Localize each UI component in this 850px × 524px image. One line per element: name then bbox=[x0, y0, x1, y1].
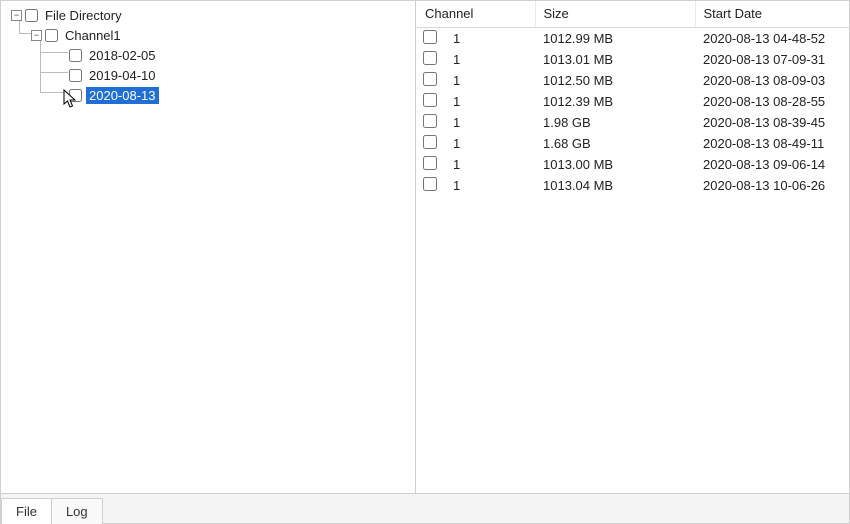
cell-size: 1013.01 MB bbox=[535, 49, 695, 70]
tree-root-checkbox[interactable] bbox=[25, 9, 38, 22]
row-checkbox-cell bbox=[417, 112, 445, 133]
tree-date-label[interactable]: 2019-04-10 bbox=[86, 67, 159, 84]
tree-channel-label[interactable]: Channel1 bbox=[62, 27, 124, 44]
row-checkbox[interactable] bbox=[423, 177, 437, 191]
cell-start-date: 2020-08-13 08-49-11 bbox=[695, 133, 849, 154]
col-header-size[interactable]: Size bbox=[535, 1, 695, 28]
row-checkbox-cell bbox=[417, 175, 445, 196]
row-checkbox[interactable] bbox=[423, 156, 437, 170]
tree-date-row[interactable]: 2019-04-10 bbox=[1, 65, 415, 85]
cell-start-date: 2020-08-13 08-09-03 bbox=[695, 70, 849, 91]
cell-start-date: 2020-08-13 07-09-31 bbox=[695, 49, 849, 70]
tree-date-row[interactable]: 2020-08-13 bbox=[1, 85, 415, 105]
cell-start-date: 2020-08-13 04-48-52 bbox=[695, 28, 849, 50]
bottom-tabs: File Log bbox=[1, 493, 849, 523]
main-panes: − File Directory − Channel1 2018-02-05 bbox=[1, 1, 849, 493]
row-checkbox[interactable] bbox=[423, 135, 437, 149]
cell-size: 1013.00 MB bbox=[535, 154, 695, 175]
tree-date-label[interactable]: 2018-02-05 bbox=[86, 47, 159, 64]
app-window: − File Directory − Channel1 2018-02-05 bbox=[0, 0, 850, 524]
cell-size: 1012.99 MB bbox=[535, 28, 695, 50]
tree-date-checkbox[interactable] bbox=[69, 49, 82, 62]
tab-file[interactable]: File bbox=[1, 498, 52, 524]
table-body: 11012.99 MB2020-08-13 04-48-5211013.01 M… bbox=[417, 28, 849, 197]
tree-root-row[interactable]: − File Directory bbox=[1, 5, 415, 25]
row-checkbox[interactable] bbox=[423, 114, 437, 128]
tree-date-checkbox[interactable] bbox=[69, 89, 82, 102]
table-pane: Channel Size Start Date 11012.99 MB2020-… bbox=[416, 1, 849, 493]
table-row[interactable]: 11012.99 MB2020-08-13 04-48-52 bbox=[417, 28, 849, 50]
tree-root-label[interactable]: File Directory bbox=[42, 7, 125, 24]
table-row[interactable]: 11012.50 MB2020-08-13 08-09-03 bbox=[417, 70, 849, 91]
row-checkbox-cell bbox=[417, 70, 445, 91]
table-row[interactable]: 11013.00 MB2020-08-13 09-06-14 bbox=[417, 154, 849, 175]
cell-size: 1012.50 MB bbox=[535, 70, 695, 91]
row-checkbox[interactable] bbox=[423, 72, 437, 86]
tree-date-checkbox[interactable] bbox=[69, 69, 82, 82]
tree-date-row[interactable]: 2018-02-05 bbox=[1, 45, 415, 65]
row-checkbox[interactable] bbox=[423, 93, 437, 107]
row-checkbox-cell bbox=[417, 49, 445, 70]
row-checkbox[interactable] bbox=[423, 51, 437, 65]
row-checkbox[interactable] bbox=[423, 30, 437, 44]
cell-channel: 1 bbox=[445, 112, 535, 133]
cell-channel: 1 bbox=[445, 70, 535, 91]
collapse-icon[interactable]: − bbox=[31, 30, 42, 41]
tree-date-label[interactable]: 2020-08-13 bbox=[86, 87, 159, 104]
tree-pane: − File Directory − Channel1 2018-02-05 bbox=[1, 1, 416, 493]
table-row[interactable]: 11013.01 MB2020-08-13 07-09-31 bbox=[417, 49, 849, 70]
cell-channel: 1 bbox=[445, 28, 535, 50]
cell-start-date: 2020-08-13 09-06-14 bbox=[695, 154, 849, 175]
tab-log[interactable]: Log bbox=[51, 498, 103, 524]
cell-size: 1013.04 MB bbox=[535, 175, 695, 196]
cell-channel: 1 bbox=[445, 154, 535, 175]
cell-channel: 1 bbox=[445, 175, 535, 196]
cell-size: 1012.39 MB bbox=[535, 91, 695, 112]
tree-channel-row[interactable]: − Channel1 bbox=[1, 25, 415, 45]
tree-channel-checkbox[interactable] bbox=[45, 29, 58, 42]
file-table: Channel Size Start Date 11012.99 MB2020-… bbox=[417, 1, 849, 196]
table-header-row: Channel Size Start Date bbox=[417, 1, 849, 28]
cell-start-date: 2020-08-13 10-06-26 bbox=[695, 175, 849, 196]
row-checkbox-cell bbox=[417, 91, 445, 112]
col-header-start-date[interactable]: Start Date bbox=[695, 1, 849, 28]
cell-start-date: 2020-08-13 08-39-45 bbox=[695, 112, 849, 133]
row-checkbox-cell bbox=[417, 28, 445, 50]
row-checkbox-cell bbox=[417, 133, 445, 154]
table-row[interactable]: 11.98 GB2020-08-13 08-39-45 bbox=[417, 112, 849, 133]
cell-channel: 1 bbox=[445, 133, 535, 154]
file-tree: − File Directory − Channel1 2018-02-05 bbox=[1, 5, 415, 105]
table-row[interactable]: 11.68 GB2020-08-13 08-49-11 bbox=[417, 133, 849, 154]
cell-size: 1.68 GB bbox=[535, 133, 695, 154]
cell-start-date: 2020-08-13 08-28-55 bbox=[695, 91, 849, 112]
col-header-channel[interactable]: Channel bbox=[417, 1, 535, 28]
cell-channel: 1 bbox=[445, 49, 535, 70]
table-row[interactable]: 11013.04 MB2020-08-13 10-06-26 bbox=[417, 175, 849, 196]
table-row[interactable]: 11012.39 MB2020-08-13 08-28-55 bbox=[417, 91, 849, 112]
cell-channel: 1 bbox=[445, 91, 535, 112]
cell-size: 1.98 GB bbox=[535, 112, 695, 133]
row-checkbox-cell bbox=[417, 154, 445, 175]
collapse-icon[interactable]: − bbox=[11, 10, 22, 21]
